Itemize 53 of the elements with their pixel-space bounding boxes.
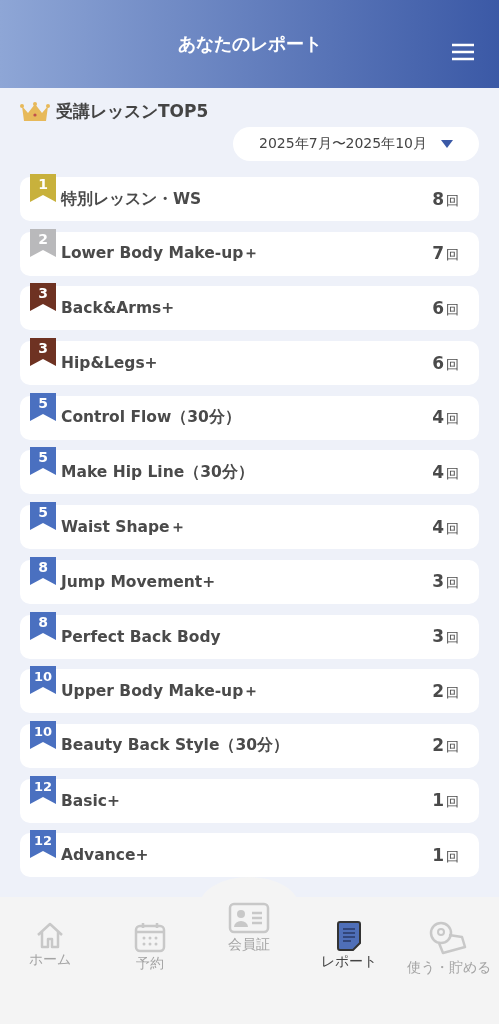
lesson-name: Make Hip Line（30分） [61, 461, 255, 483]
lesson-count: 6 回 [432, 352, 459, 374]
lesson-name: Beauty Back Style（30分） [61, 735, 290, 757]
nav-tab[interactable]: レポート [299, 897, 400, 1024]
rank-ribbon: 10 [30, 720, 56, 749]
lesson-name: Lower Body Make-up＋ [61, 243, 261, 265]
page-title: あなたのレポート [177, 32, 322, 56]
lesson-name: 特別レッスン・WS [61, 188, 203, 210]
section-title: 受講レッスンTOP5 [56, 100, 209, 123]
lesson-name: Basic+ [61, 791, 121, 810]
rank-ribbon: 3 [30, 283, 56, 312]
nav-tab[interactable]: 使う・貯める [399, 897, 499, 1024]
rank-ribbon: 12 [30, 775, 56, 804]
lesson-count: 4 回 [432, 516, 459, 538]
document-icon [336, 921, 363, 951]
lesson-name: Jump Movement+ [61, 572, 217, 591]
lesson-name: Waist Shape＋ [61, 516, 187, 538]
rank-ribbon: 1 [30, 174, 56, 202]
rank-ribbon: 10 [30, 666, 56, 695]
lesson-count: 4 回 [432, 461, 459, 483]
rank-ribbon: 8 [30, 556, 56, 585]
nav-tab[interactable]: ホーム [0, 897, 100, 1024]
lesson-count: 3 回 [432, 626, 459, 647]
rank-ribbon: 3 [30, 338, 56, 367]
menu-icon[interactable] [451, 43, 475, 61]
lesson-count: 2 回 [432, 680, 459, 702]
lesson-count: 8 回 [432, 188, 459, 210]
rank-ribbon: 12 [30, 830, 56, 859]
lesson-name: Upper Body Make-up＋ [61, 680, 261, 702]
rank-ribbon: 2 [30, 228, 56, 257]
nav-tab[interactable]: 会員証 [199, 897, 300, 1024]
period-dropdown[interactable]: 2025年7月〜2025年10月 [233, 127, 479, 161]
calendar-icon [133, 921, 166, 953]
lesson-name: Back&Arms+ [61, 299, 176, 318]
member-card-icon [228, 902, 271, 934]
lesson-count: 4 回 [432, 407, 459, 429]
rank-ribbon: 5 [30, 447, 56, 476]
rank-ribbon: 8 [30, 611, 56, 640]
lesson-name: Perfect Back Body [61, 627, 222, 646]
lesson-count: 7 回 [432, 243, 459, 265]
lesson-name: Advance+ [61, 846, 150, 865]
lesson-count: 1 回 [432, 790, 459, 812]
nav-tab[interactable]: 予約 [99, 897, 200, 1024]
lesson-count: 3 回 [432, 571, 459, 593]
caret-icon [441, 140, 453, 148]
crown-icon [20, 100, 50, 123]
rank-ribbon: 5 [30, 502, 56, 531]
lesson-name: Control Flow（30分） [61, 407, 242, 429]
lesson-count: 1 回 [432, 844, 459, 866]
lesson-count: 6 回 [432, 297, 459, 319]
lesson-count: 2 回 [432, 735, 459, 757]
lesson-name: Hip&Legs+ [61, 354, 159, 373]
rank-ribbon: 5 [30, 392, 56, 421]
